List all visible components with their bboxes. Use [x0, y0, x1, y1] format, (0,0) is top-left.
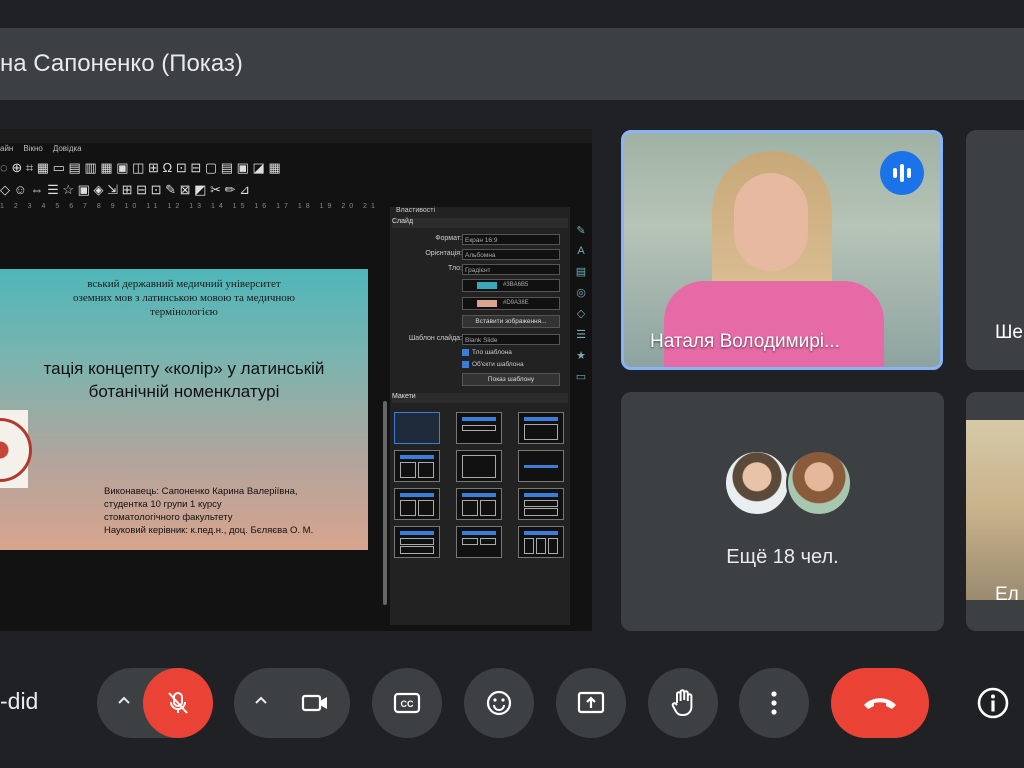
master-objects-checkbox[interactable]: Об'єкти шаблона — [462, 361, 524, 368]
master-background-checkbox[interactable]: Тло шаблона — [462, 349, 512, 356]
background-select[interactable]: Градієнт — [462, 264, 560, 275]
app-toolbar-1: ◌ ⊕ ⌗ ▦ ▭ ▤ ▥ ▦ ▣ ◫ ⊞ Ω ⊡ ⊟ ▢ ▤ ▣ ◪ ▦ — [0, 160, 281, 175]
gradient-color-1[interactable]: #3BA6B5 — [462, 279, 560, 292]
participant-tile-partial[interactable]: Ше — [966, 130, 1024, 370]
menu-item: айн — [0, 144, 14, 153]
gallery-icon[interactable]: ▤ — [576, 265, 586, 278]
format-row: Формат: Екран 16:9 — [390, 234, 566, 246]
participant-video — [966, 420, 1024, 600]
gradient-color-2[interactable]: #D9A38E — [462, 297, 560, 310]
participant-name: Наталя Володимирі... — [650, 331, 840, 352]
captions-button[interactable]: CC — [372, 668, 442, 738]
hang-up-icon — [864, 698, 896, 709]
layout-thumb[interactable] — [456, 450, 502, 482]
menu-item: Довідка — [52, 144, 82, 153]
camera-toggle-button[interactable] — [280, 668, 350, 738]
favorites-icon[interactable]: ★ — [576, 349, 586, 362]
insert-image-button[interactable]: Вставити зображення... — [462, 315, 560, 328]
slide-section-header[interactable]: Слайд — [392, 218, 568, 228]
meeting-code: -did — [0, 688, 39, 714]
animation-icon[interactable]: ☰ — [576, 328, 586, 341]
participant-avatars — [724, 450, 852, 516]
layout-thumb[interactable] — [518, 450, 564, 482]
app-toolbar-2: ◇ ☺ ⇔ ☰ ☆ ▣ ◈ ⇲ ⊞ ⊟ ⊡ ✎ ⊠ ◩ ✂ ✏ ⊿ — [0, 182, 250, 197]
present-icon — [577, 691, 605, 714]
emoji-reaction-button[interactable] — [464, 668, 534, 738]
master-slide-button[interactable]: Показ шаблону — [462, 373, 560, 386]
avatar — [786, 450, 852, 516]
layout-thumb[interactable] — [518, 412, 564, 444]
layout-thumb[interactable] — [456, 488, 502, 520]
sidebar-deck: ✎ A ▤ ◎ ◇ ☰ ★ ▭ — [572, 224, 590, 383]
vertical-scrollbar[interactable] — [383, 401, 387, 605]
present-screen-button[interactable] — [556, 668, 626, 738]
properties-panel: Властивості Слайд Формат: Екран 16:9 Орі… — [390, 207, 570, 625]
emoji-icon — [486, 690, 512, 716]
orientation-select[interactable]: Альбомна — [462, 249, 560, 260]
app-window-titlebar — [0, 129, 592, 143]
info-icon — [977, 687, 1009, 719]
properties-icon[interactable]: ✎ — [576, 224, 585, 237]
mic-toggle-button[interactable] — [143, 668, 213, 738]
participant-name: Ше — [995, 322, 1023, 343]
master-slides-icon[interactable]: ▭ — [576, 370, 586, 383]
menu-item: Вікно — [23, 144, 43, 153]
layout-thumb[interactable] — [518, 488, 564, 520]
presentation-header: на Сапоненко (Показ) — [0, 28, 1024, 100]
properties-title: Властивості — [396, 207, 436, 214]
slide-university: вський державний медичний університет оз… — [73, 278, 295, 318]
ruler: 1 2 3 4 5 6 7 8 9 10 11 12 13 14 15 16 1… — [0, 203, 385, 210]
end-call-button[interactable] — [831, 668, 929, 738]
hand-icon — [671, 689, 693, 716]
slide-canvas[interactable]: вський державний медичний університет оз… — [0, 269, 368, 550]
participant-tile-partial[interactable]: Ел — [966, 392, 1024, 631]
slide-credits: Виконавець: Сапоненко Карина Валеріївна,… — [104, 486, 314, 536]
captions-icon: CC — [393, 692, 421, 714]
layout-thumb[interactable] — [456, 526, 502, 558]
mic-options-chevron-icon[interactable] — [112, 690, 136, 714]
layout-thumb[interactable] — [394, 526, 440, 558]
more-options-button[interactable] — [739, 668, 809, 738]
camera-options-chevron-icon[interactable] — [249, 690, 273, 714]
layout-thumb[interactable] — [394, 488, 440, 520]
styles-icon[interactable]: A — [577, 245, 584, 257]
more-vert-icon — [771, 691, 777, 715]
shared-screen[interactable]: айн Вікно Довідка ◌ ⊕ ⌗ ▦ ▭ ▤ ▥ ▦ ▣ ◫ ⊞ … — [0, 129, 592, 631]
background-row: Тло: Градієнт — [390, 264, 566, 276]
layout-thumb[interactable] — [394, 450, 440, 482]
master-select[interactable]: Blank Slide — [462, 334, 560, 345]
app-menubar: айн Вікно Довідка — [0, 144, 82, 153]
navigator-icon[interactable]: ◎ — [576, 286, 586, 299]
shapes-icon[interactable]: ◇ — [577, 307, 585, 320]
participant-name: Ел — [995, 584, 1019, 605]
master-row: Шаблон слайда: Blank Slide — [390, 334, 566, 346]
more-participants-tile[interactable]: Ещё 18 чел. — [621, 392, 944, 631]
layouts-section-header[interactable]: Макети — [392, 393, 568, 403]
format-select[interactable]: Екран 16:9 — [462, 234, 560, 245]
participant-tile-active-speaker[interactable]: Наталя Володимирі... — [621, 130, 943, 370]
presenter-title: на Сапоненко (Показ) — [0, 50, 243, 77]
meeting-info-button[interactable] — [970, 680, 1016, 726]
mic-off-icon — [168, 692, 188, 714]
svg-text:CC: CC — [401, 699, 414, 709]
slide-heading: тація концепту «колір» у латинській бота… — [43, 359, 325, 401]
university-seal — [0, 410, 32, 488]
avatar — [724, 450, 790, 516]
layout-thumb[interactable] — [394, 412, 440, 444]
more-participants-count: Ещё 18 чел. — [726, 546, 839, 568]
layouts-grid — [394, 412, 566, 558]
raise-hand-button[interactable] — [648, 668, 718, 738]
layout-thumb[interactable] — [518, 526, 564, 558]
camera-icon — [301, 694, 327, 712]
speaking-indicator-icon — [880, 151, 924, 195]
orientation-row: Орієнтація: Альбомна — [390, 249, 566, 261]
layout-thumb[interactable] — [456, 412, 502, 444]
